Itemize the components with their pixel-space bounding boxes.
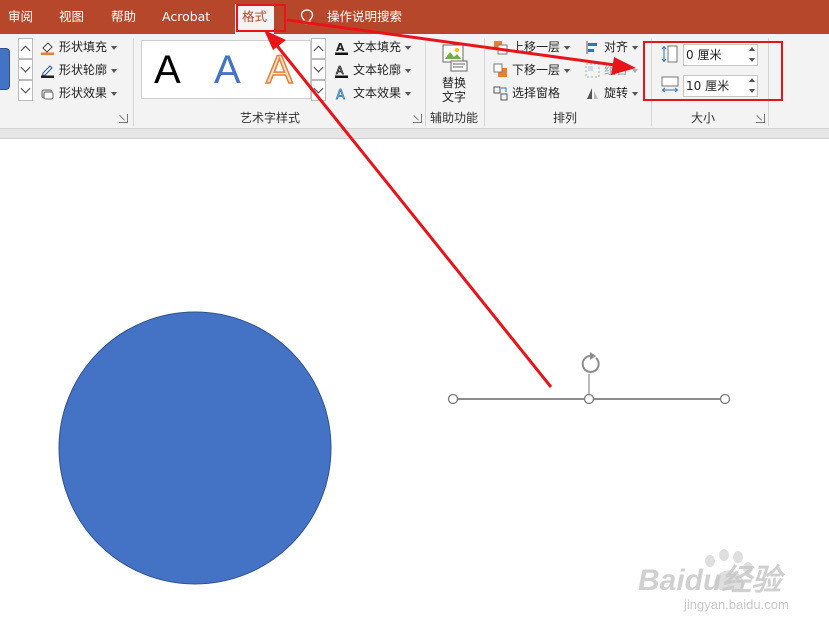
line-mid-handle[interactable] (583, 393, 595, 405)
slide-shapes-layer (58, 18, 731, 585)
watermark-text: Baidu经验 (638, 564, 782, 597)
rotate-handle-icon[interactable] (581, 352, 600, 373)
watermark-url: jingyan.baidu.com (684, 597, 789, 612)
annotation-arrow-to-size-group (286, 18, 636, 75)
line-start-handle[interactable] (447, 393, 459, 405)
annotation-arrow-to-format-tab (264, 30, 553, 388)
line-end-handle[interactable] (719, 393, 731, 405)
blue-circle-shape[interactable] (58, 311, 332, 585)
powerpoint-window: 审阅 视图 帮助 Acrobat 格式 操作说明搜索 形状填充 形状轮廓 形状效… (0, 0, 829, 629)
